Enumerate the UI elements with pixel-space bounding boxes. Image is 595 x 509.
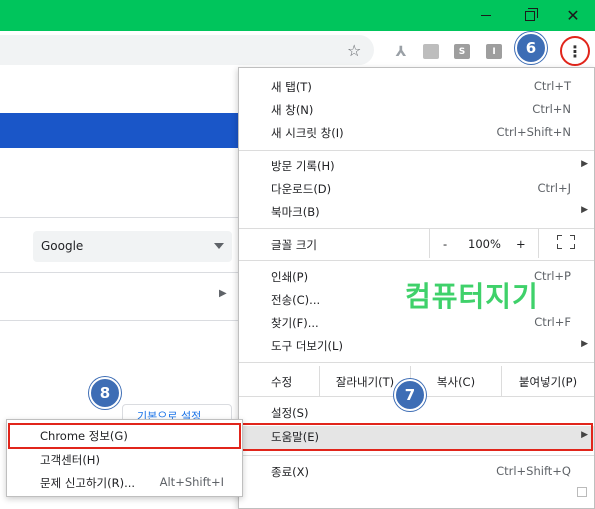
menu-item-downloads[interactable]: 다운로드(D) Ctrl+J bbox=[239, 178, 594, 200]
chrome-menu-button[interactable]: ⋮ bbox=[560, 36, 590, 66]
step-badge-6: 6 bbox=[515, 32, 547, 64]
divider bbox=[0, 320, 240, 321]
zoom-divider bbox=[538, 228, 539, 258]
submenu-arrow-icon: ▶ bbox=[581, 159, 588, 169]
search-engine-value: Google bbox=[41, 239, 84, 253]
s-extension-icon[interactable]: S bbox=[454, 44, 470, 59]
menu-item-shortcut: Ctrl+F bbox=[534, 315, 571, 329]
menu-separator bbox=[239, 260, 594, 261]
menu-separator bbox=[239, 362, 594, 363]
menu-item-new-window[interactable]: 새 창(N) Ctrl+N bbox=[239, 99, 594, 121]
menu-item-label: 방문 기록(H) bbox=[271, 159, 335, 173]
menu-item-shortcut: Ctrl+Shift+N bbox=[496, 125, 571, 139]
paste-button[interactable]: 붙여넣기(P) bbox=[501, 366, 594, 396]
menu-item-label: 설정(S) bbox=[271, 406, 309, 420]
menu-item-shortcut: Ctrl+P bbox=[533, 269, 571, 283]
settings-header-bar bbox=[0, 113, 240, 148]
step-badge-8: 8 bbox=[89, 377, 121, 409]
menu-separator bbox=[239, 150, 594, 151]
zoom-out-button[interactable]: - bbox=[443, 237, 447, 251]
watermark-logo: 컴퓨터지기 bbox=[405, 280, 539, 313]
menu-item-shortcut: Ctrl+Shift+Q bbox=[496, 464, 571, 478]
menu-separator bbox=[239, 228, 594, 229]
menu-item-shortcut: Ctrl+J bbox=[537, 181, 572, 195]
menu-item-find[interactable]: 찾기(F)... Ctrl+F bbox=[239, 312, 594, 334]
menu-item-label: 도구 더보기(L) bbox=[271, 339, 343, 353]
menu-item-shortcut: Ctrl+T bbox=[533, 79, 571, 93]
submenu-item-label: 고객센터(H) bbox=[40, 453, 100, 467]
divider bbox=[0, 217, 240, 218]
restore-icon bbox=[525, 7, 538, 21]
submenu-item-label: 문제 신고하기(R)... bbox=[40, 476, 136, 490]
minimize-icon bbox=[481, 15, 491, 16]
dropdown-arrow-icon bbox=[214, 243, 224, 249]
maximize-button[interactable] bbox=[508, 0, 552, 31]
menu-item-label: 다운로드(D) bbox=[271, 182, 332, 196]
zoom-in-button[interactable]: + bbox=[516, 237, 526, 251]
menu-item-label: 전송(C)... bbox=[271, 293, 321, 307]
pdf-extension-icon[interactable]: ⅄ bbox=[393, 44, 409, 60]
menu-item-exit[interactable]: 종료(X) Ctrl+Shift+Q bbox=[239, 461, 594, 483]
menu-item-label: 찾기(F)... bbox=[271, 316, 319, 330]
divider bbox=[0, 272, 240, 273]
submenu-item-report-issue[interactable]: 문제 신고하기(R)... Alt+Shift+I bbox=[7, 472, 242, 494]
submenu-arrow-icon: ▶ bbox=[581, 339, 588, 349]
browser-toolbar bbox=[0, 31, 595, 69]
close-icon: ✕ bbox=[566, 6, 580, 25]
menu-separator bbox=[239, 455, 594, 456]
menu-item-label: 인쇄(P) bbox=[271, 270, 309, 284]
menu-item-label: 새 창(N) bbox=[271, 103, 314, 117]
menu-item-label: 종료(X) bbox=[271, 465, 310, 479]
menu-item-new-tab[interactable]: 새 탭(T) Ctrl+T bbox=[239, 76, 594, 98]
menu-item-more-tools[interactable]: 도구 더보기(L) ▶ bbox=[239, 335, 594, 357]
about-chrome-highlight-box bbox=[8, 423, 241, 449]
fullscreen-icon[interactable] bbox=[557, 235, 575, 249]
help-highlight-box bbox=[240, 423, 593, 451]
zoom-label: 글꼴 크기 bbox=[271, 238, 317, 252]
menu-item-incognito[interactable]: 새 시크릿 창(I) Ctrl+Shift+N bbox=[239, 122, 594, 144]
screen-extension-icon[interactable] bbox=[423, 44, 439, 59]
zoom-level: 100% bbox=[468, 237, 501, 251]
search-engine-select[interactable]: Google bbox=[33, 231, 232, 262]
menu-item-bookmarks[interactable]: 북마크(B) ▶ bbox=[239, 201, 594, 223]
submenu-item-help-center[interactable]: 고객센터(H) bbox=[7, 449, 242, 471]
menu-item-label: 새 시크릿 창(I) bbox=[271, 126, 344, 140]
step-badge-7: 7 bbox=[394, 379, 426, 411]
zoom-divider bbox=[429, 228, 430, 258]
address-bar[interactable] bbox=[0, 35, 374, 65]
minimize-button[interactable] bbox=[464, 0, 508, 31]
submenu-item-shortcut: Alt+Shift+I bbox=[159, 475, 224, 489]
i-extension-icon[interactable]: I bbox=[486, 44, 502, 59]
menu-item-shortcut: Ctrl+N bbox=[532, 102, 571, 116]
menu-item-history[interactable]: 방문 기록(H) ▶ bbox=[239, 155, 594, 177]
chevron-right-icon[interactable]: ▶ bbox=[219, 288, 227, 299]
edit-label: 수정 bbox=[271, 375, 293, 389]
menu-item-label: 북마크(B) bbox=[271, 205, 320, 219]
menu-item-label: 새 탭(T) bbox=[271, 80, 312, 94]
submenu-arrow-icon: ▶ bbox=[581, 205, 588, 215]
bookmark-star-icon[interactable]: ☆ bbox=[347, 41, 361, 60]
scrollbar-corner[interactable] bbox=[577, 487, 587, 497]
close-button[interactable]: ✕ bbox=[551, 0, 595, 31]
